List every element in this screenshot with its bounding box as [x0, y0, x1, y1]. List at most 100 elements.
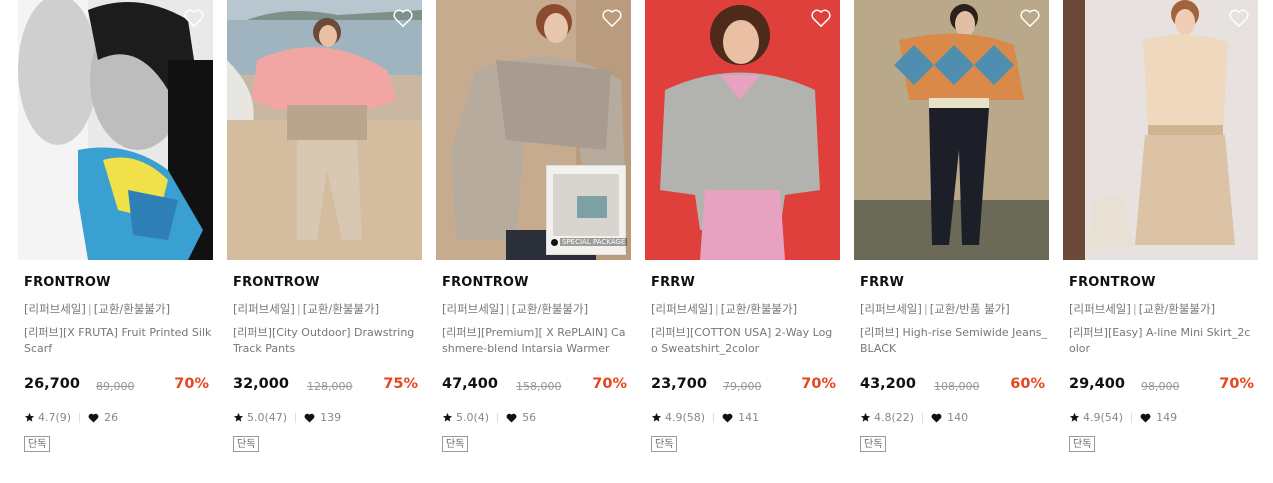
likes-heart-icon [88, 413, 99, 423]
likes-heart-icon [506, 413, 517, 423]
tag-sale: [리퍼브세일] [860, 302, 922, 316]
product-title[interactable]: [리퍼브][COTTON USA] 2-Way Logo Sweatshirt_… [651, 325, 839, 357]
rating: 4.8(22) [874, 411, 915, 424]
sale-price: 43,200 [860, 376, 916, 392]
original-price: 98,000 [1141, 380, 1180, 393]
star-icon [233, 412, 244, 422]
brand-name[interactable]: FRRW [651, 275, 695, 290]
exclusive-badge: 단독 [1069, 436, 1096, 452]
product-image[interactable] [645, 0, 840, 260]
like-count: 141 [738, 411, 760, 424]
tag-policy: [교환/환불불가] [511, 302, 589, 316]
like-count: 26 [104, 411, 119, 424]
product-title[interactable]: [리퍼브][City Outdoor] Drawstring Track Pan… [233, 325, 421, 357]
likes-heart-icon [304, 413, 315, 423]
product-image[interactable] [227, 0, 422, 260]
product-image[interactable] [18, 0, 213, 260]
wishlist-heart-icon[interactable] [1228, 8, 1250, 28]
discount-rate: 70% [1219, 376, 1254, 392]
product-meta: 4.9(58) 141 [651, 411, 759, 424]
exclusive-badge: 단독 [651, 436, 678, 452]
product-card[interactable]: FRONTROW [리퍼브세일] | [교환/환불불가] [리퍼브][City Ou… [227, 0, 422, 483]
product-image[interactable] [854, 0, 1049, 260]
star-icon [442, 412, 453, 422]
package-label: SPECIAL PACKAGE [560, 238, 628, 246]
product-image[interactable]: SPECIAL PACKAGE [436, 0, 631, 260]
rating: 5.0(47) [247, 411, 288, 424]
discount-rate: 70% [592, 376, 627, 392]
wishlist-heart-icon[interactable] [810, 8, 832, 28]
rating: 5.0(4) [456, 411, 490, 424]
original-price: 158,000 [516, 380, 562, 393]
rating: 4.7(9) [38, 411, 72, 424]
product-title[interactable]: [리퍼브][X FRUTA] Fruit Printed Silk Scarf [24, 325, 212, 357]
brand-name[interactable]: FRONTROW [24, 275, 111, 290]
tag-policy: [교환/환불불가] [1138, 302, 1216, 316]
brand-name[interactable]: FRONTROW [1069, 275, 1156, 290]
sale-price: 32,000 [233, 376, 289, 392]
product-title[interactable]: [리퍼브][Premium][ X RePLAIN] Cashmere-blen… [442, 325, 630, 357]
likes-heart-icon [1140, 413, 1151, 423]
brand-name[interactable]: FRONTROW [442, 275, 529, 290]
product-tags: [리퍼브세일] | [교환/환불불가] [651, 302, 798, 316]
tag-sale: [리퍼브세일] [1069, 302, 1131, 316]
likes-heart-icon [722, 413, 733, 423]
like-count: 149 [1156, 411, 1178, 424]
wishlist-heart-icon[interactable] [1019, 8, 1041, 28]
exclusive-badge: 단독 [442, 436, 469, 452]
discount-rate: 70% [801, 376, 836, 392]
sale-price: 29,400 [1069, 376, 1125, 392]
tag-sale: [리퍼브세일] [24, 302, 86, 316]
product-meta: 4.9(54) 149 [1069, 411, 1177, 424]
discount-rate: 70% [174, 376, 209, 392]
sale-price: 26,700 [24, 376, 80, 392]
tag-policy: [교환/환불불가] [302, 302, 380, 316]
rating: 4.9(54) [1083, 411, 1124, 424]
product-grid: FRONTROW [리퍼브세일] | [교환/환불불가] [리퍼브][X FRUTA… [18, 0, 1258, 483]
product-card[interactable]: FRONTROW [리퍼브세일] | [교환/환불불가] [리퍼브][Easy] A… [1063, 0, 1258, 483]
product-card[interactable]: FRRW [리퍼브세일] | [교환/반품 불가] [리퍼브] High-rise … [854, 0, 1049, 483]
product-image[interactable] [1063, 0, 1258, 260]
product-title[interactable]: [리퍼브] High-rise Semiwide Jeans_BLACK [860, 325, 1048, 357]
like-count: 140 [947, 411, 969, 424]
product-tags: [리퍼브세일] | [교환/환불불가] [1069, 302, 1216, 316]
wishlist-heart-icon[interactable] [183, 8, 205, 28]
sale-price: 47,400 [442, 376, 498, 392]
product-tags: [리퍼브세일] | [교환/반품 불가] [860, 302, 1010, 316]
brand-name[interactable]: FRONTROW [233, 275, 320, 290]
tag-policy: [교환/환불불가] [720, 302, 798, 316]
discount-rate: 60% [1010, 376, 1045, 392]
original-price: 89,000 [96, 380, 135, 393]
special-package-thumbnail: SPECIAL PACKAGE [546, 165, 628, 255]
exclusive-badge: 단독 [24, 436, 51, 452]
tag-policy: [교환/환불불가] [93, 302, 171, 316]
product-tags: [리퍼브세일] | [교환/환불불가] [24, 302, 171, 316]
product-title[interactable]: [리퍼브][Easy] A-line Mini Skirt_2color [1069, 325, 1257, 357]
exclusive-badge: 단독 [860, 436, 887, 452]
product-meta: 5.0(4) 56 [442, 411, 536, 424]
product-card[interactable]: FRONTROW [리퍼브세일] | [교환/환불불가] [리퍼브][X FRUTA… [18, 0, 213, 483]
rating: 4.9(58) [665, 411, 706, 424]
original-price: 108,000 [934, 380, 980, 393]
original-price: 128,000 [307, 380, 353, 393]
likes-heart-icon [931, 413, 942, 423]
star-icon [1069, 412, 1080, 422]
product-meta: 5.0(47) 139 [233, 411, 341, 424]
tag-sale: [리퍼브세일] [233, 302, 295, 316]
wishlist-heart-icon[interactable] [392, 8, 414, 28]
tag-policy: [교환/반품 불가] [929, 302, 1010, 316]
product-card[interactable]: SPECIAL PACKAGE FRONTROW [리퍼브세일] | [교환/환불불… [436, 0, 631, 483]
exclusive-badge: 단독 [233, 436, 260, 452]
star-icon [860, 412, 871, 422]
star-icon [24, 412, 35, 422]
star-icon [651, 412, 662, 422]
like-count: 139 [320, 411, 342, 424]
product-card[interactable]: FRRW [리퍼브세일] | [교환/환불불가] [리퍼브][COTTON USA]… [645, 0, 840, 483]
wishlist-heart-icon[interactable] [601, 8, 623, 28]
tag-sale: [리퍼브세일] [651, 302, 713, 316]
tag-sale: [리퍼브세일] [442, 302, 504, 316]
brand-name[interactable]: FRRW [860, 275, 904, 290]
discount-rate: 75% [383, 376, 418, 392]
product-tags: [리퍼브세일] | [교환/환불불가] [233, 302, 380, 316]
product-tags: [리퍼브세일] | [교환/환불불가] [442, 302, 589, 316]
